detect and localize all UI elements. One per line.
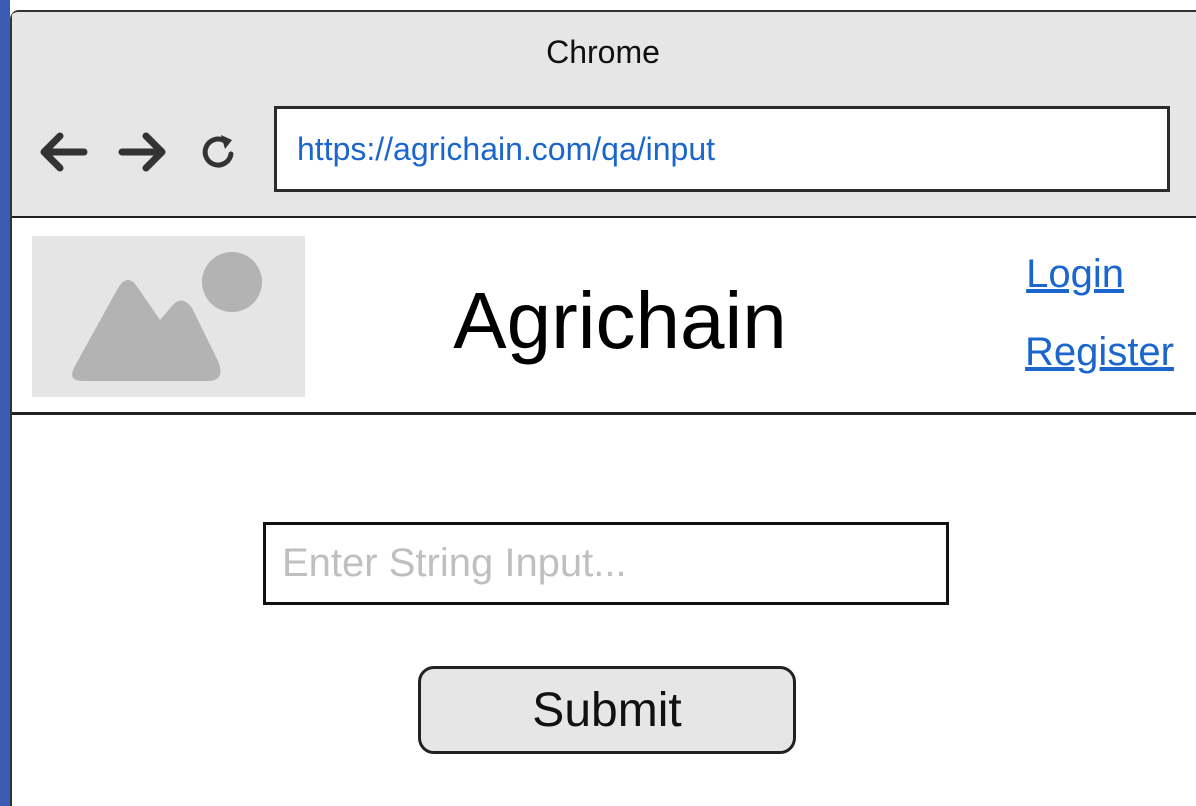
reload-icon bbox=[199, 132, 239, 177]
submit-button[interactable]: Submit bbox=[418, 666, 796, 754]
string-input-field[interactable] bbox=[263, 522, 949, 605]
login-link[interactable]: Login bbox=[1026, 252, 1124, 297]
arrow-left-icon bbox=[36, 130, 88, 179]
browser-window: Chrome https://agrichain.com/qa/input Ag… bbox=[10, 10, 1196, 806]
address-url: https://agrichain.com/qa/input bbox=[297, 130, 716, 167]
arrow-right-icon bbox=[118, 130, 170, 179]
logo-image-placeholder bbox=[32, 236, 305, 397]
forward-button[interactable] bbox=[114, 126, 174, 182]
left-edge-strip bbox=[0, 0, 10, 806]
back-button[interactable] bbox=[32, 126, 92, 182]
address-bar[interactable]: https://agrichain.com/qa/input bbox=[274, 106, 1170, 192]
browser-toolbar: Chrome https://agrichain.com/qa/input bbox=[10, 12, 1196, 218]
register-link[interactable]: Register bbox=[1025, 330, 1174, 375]
screen: Chrome https://agrichain.com/qa/input Ag… bbox=[0, 0, 1196, 806]
site-header: Agrichain Login Register bbox=[10, 218, 1196, 415]
image-placeholder-icon bbox=[32, 252, 305, 401]
reload-button[interactable] bbox=[194, 126, 244, 182]
window-title: Chrome bbox=[546, 34, 660, 70]
site-title: Agrichain bbox=[453, 276, 787, 365]
